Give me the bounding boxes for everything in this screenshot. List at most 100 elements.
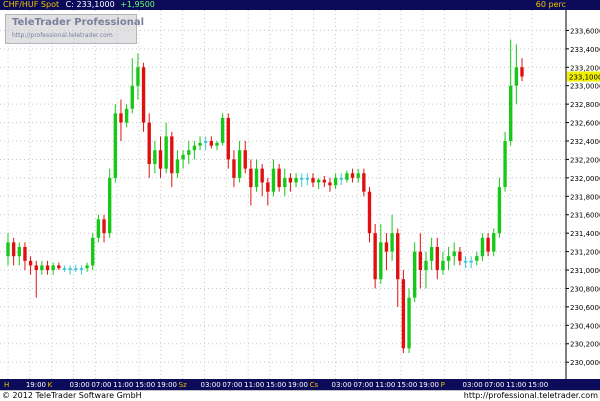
- y-tick-label: 231,0000: [570, 267, 600, 275]
- candle-body: [107, 177, 112, 234]
- candle-body: [102, 219, 106, 234]
- candle-body: [79, 268, 84, 271]
- x-tick-label: 11:00: [506, 381, 526, 389]
- candle-body: [164, 136, 168, 169]
- x-tick-label: 03:00: [201, 381, 221, 389]
- candle-body: [198, 142, 202, 146]
- candle-body: [203, 141, 208, 143]
- candle-body: [435, 246, 439, 271]
- candle-body: [333, 177, 338, 186]
- candle-body: [412, 251, 417, 298]
- candle-body: [316, 179, 321, 183]
- y-tick-label: 231,8000: [570, 193, 600, 201]
- candle-body: [158, 150, 163, 169]
- candle-body: [401, 279, 406, 349]
- candle-body: [124, 108, 129, 123]
- candle-body: [260, 168, 264, 183]
- candle-body: [362, 173, 366, 192]
- y-tick-label: 231,2000: [570, 249, 600, 257]
- candle-body: [34, 265, 38, 271]
- candle-body: [209, 141, 214, 146]
- candle-body: [153, 150, 157, 165]
- candle-body: [113, 113, 118, 178]
- x-tick-label: 15:00: [135, 381, 155, 389]
- candle-body: [480, 237, 485, 257]
- candle-body: [147, 122, 151, 165]
- x-tick-label: 15:00: [528, 381, 548, 389]
- candle-body: [85, 265, 89, 269]
- x-tick-label: 11:00: [244, 381, 264, 389]
- footer-bar: © 2012 TeleTrader Software GmbH http://p…: [0, 390, 600, 401]
- candle-body: [277, 168, 281, 188]
- candle-body: [514, 67, 519, 86]
- candle-body: [237, 150, 242, 178]
- x-tick-label: 03:00: [332, 381, 352, 389]
- x-tick-label: P: [441, 381, 445, 389]
- y-tick-label: 230,4000: [570, 322, 600, 330]
- candle-body: [187, 150, 191, 155]
- x-tick-label: K: [48, 381, 53, 389]
- candle-body: [469, 260, 473, 263]
- y-tick-label: 232,4000: [570, 138, 600, 146]
- chart-header-bar: CHF/HUF Spot C: 233,1000 +1,9500 60 perc: [0, 0, 600, 10]
- candle-body: [136, 67, 140, 86]
- x-tick-label: H: [4, 381, 9, 389]
- candle-body: [57, 265, 61, 269]
- x-tick-label: 19:00: [288, 381, 308, 389]
- x-tick-label: 07:00: [353, 381, 373, 389]
- candle-body: [503, 141, 507, 188]
- x-tick-label: Sz: [179, 381, 187, 389]
- x-tick-label: 19:00: [157, 381, 177, 389]
- candle-body: [300, 177, 304, 180]
- period-label[interactable]: 60 perc: [536, 0, 566, 10]
- y-tick-label: 231,4000: [570, 230, 600, 238]
- candle-body: [283, 177, 287, 188]
- candle-body: [62, 268, 67, 271]
- candlestick-chart[interactable]: 230,0000 230,2000 230,4000 230,6000 230,8000…: [0, 10, 600, 390]
- y-tick-label: 231,6000: [570, 212, 600, 220]
- candle-body: [74, 268, 78, 271]
- candle-body: [356, 173, 360, 178]
- candle-body: [170, 136, 174, 174]
- candle-body: [446, 256, 451, 261]
- price-change-label: +1,9500: [120, 0, 155, 9]
- candle-body: [288, 177, 293, 183]
- y-tick-label: 232,8000: [570, 101, 600, 109]
- brand-url: http://professional.teletrader.com: [12, 32, 113, 39]
- candle-body: [339, 177, 343, 180]
- x-tick-label: 03:00: [70, 381, 90, 389]
- candle-body: [424, 260, 428, 271]
- y-tick-label: 230,2000: [570, 341, 600, 349]
- candle-body: [350, 173, 355, 178]
- candle-body: [271, 168, 276, 192]
- candle-body: [11, 242, 16, 257]
- candle-body: [192, 145, 197, 151]
- candle-body: [384, 242, 389, 252]
- candle-body: [486, 237, 490, 252]
- candle-body: [509, 85, 513, 142]
- current-price-marker: 233,1000: [567, 71, 600, 82]
- candle-body: [243, 150, 247, 169]
- candle-body: [91, 237, 95, 266]
- candle-body: [45, 265, 50, 271]
- candle-body: [249, 168, 253, 188]
- x-tick-label: Cs: [310, 381, 319, 389]
- candle-body: [40, 265, 44, 271]
- y-tick-label: 230,0000: [570, 359, 600, 367]
- x-tick-label: 03:00: [463, 381, 483, 389]
- candle-body: [254, 168, 259, 188]
- candle-body: [407, 297, 411, 349]
- candle-body: [68, 268, 72, 271]
- x-tick-label: 11:00: [375, 381, 395, 389]
- candle-body: [220, 117, 225, 143]
- candle-body: [17, 246, 21, 257]
- candle-body: [232, 159, 236, 178]
- x-tick-label: 15:00: [266, 381, 286, 389]
- brand-name: TeleTrader Professional: [12, 17, 145, 28]
- teletrader-logo: TeleTrader Professional http://professio…: [5, 14, 144, 44]
- x-tick-label: 15:00: [397, 381, 417, 389]
- x-tick-label: 07:00: [91, 381, 111, 389]
- candle-body: [373, 233, 377, 280]
- candle-body: [181, 154, 185, 160]
- y-tick-label: 230,8000: [570, 285, 600, 293]
